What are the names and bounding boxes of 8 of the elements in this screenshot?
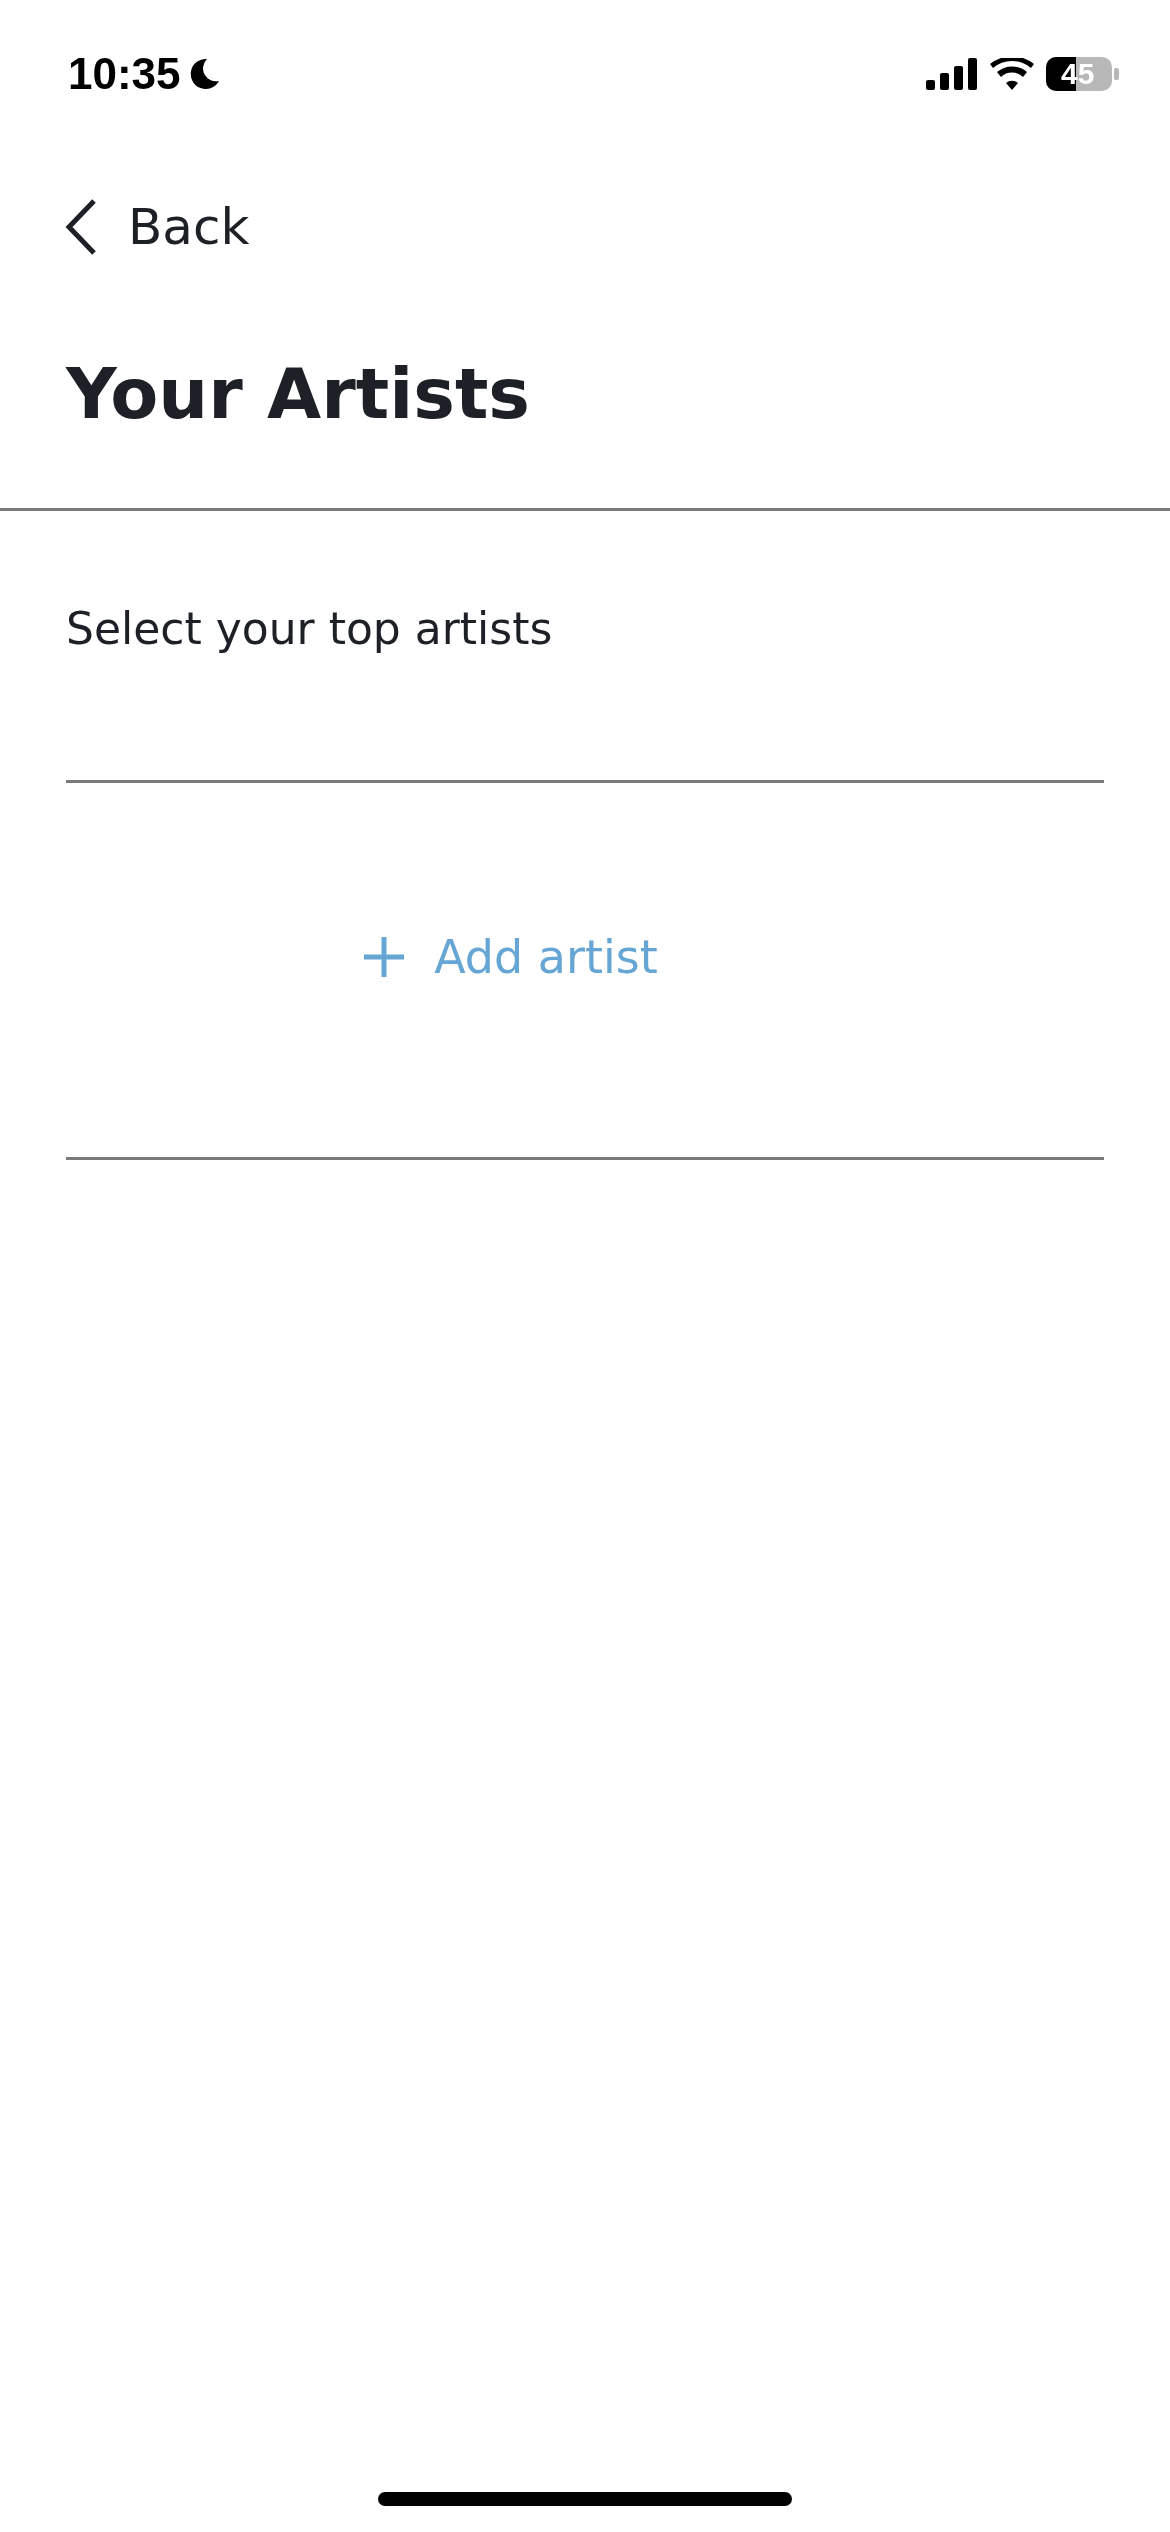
plus-icon bbox=[362, 934, 407, 979]
wifi-icon bbox=[990, 58, 1034, 90]
section-label: Select your top artists bbox=[66, 603, 554, 656]
signal-icon bbox=[926, 58, 978, 90]
back-button[interactable]: Back bbox=[64, 198, 250, 256]
status-time: 10:35 bbox=[68, 49, 181, 99]
chevron-left-icon bbox=[64, 198, 98, 256]
page-title: Your Artists bbox=[66, 352, 532, 436]
